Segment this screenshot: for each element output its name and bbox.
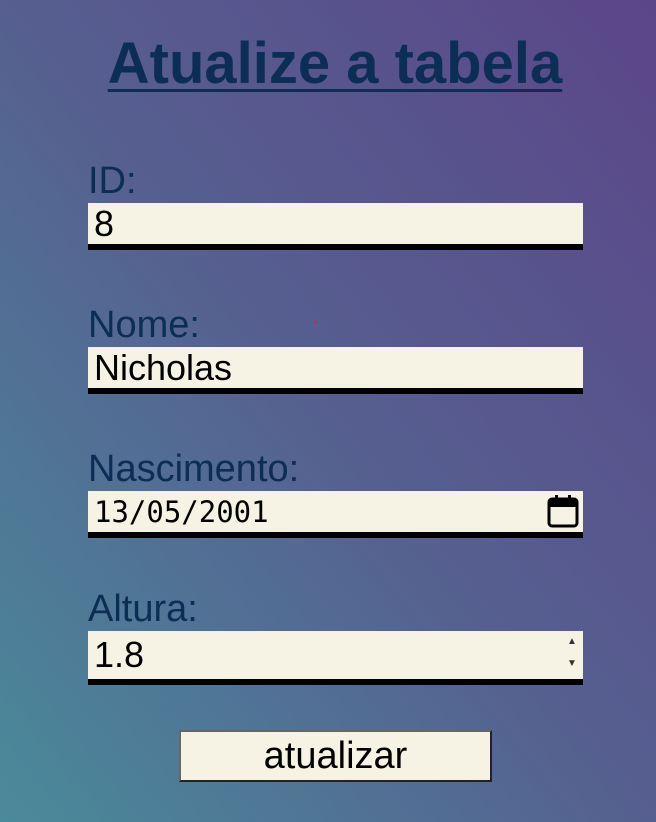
atualizar-button[interactable]: atualizar bbox=[179, 730, 492, 782]
spinner-up-icon[interactable]: ▲ bbox=[567, 637, 577, 647]
id-label: ID: bbox=[88, 160, 137, 202]
altura-label: Altura: bbox=[88, 588, 198, 630]
altura-value: 1.8 bbox=[94, 634, 145, 675]
nascimento-label: Nascimento: bbox=[88, 448, 300, 490]
page-title: Atualize a tabela bbox=[107, 31, 563, 96]
id-value: 8 bbox=[94, 202, 115, 244]
spinner-down-icon[interactable]: ▼ bbox=[567, 659, 577, 669]
altura-field[interactable]: 1.8 ▲ ▼ bbox=[88, 631, 583, 685]
calendar-icon[interactable] bbox=[547, 494, 579, 528]
nascimento-field[interactable]: 13/05/2001 bbox=[88, 491, 583, 538]
nome-field[interactable]: Nicholas bbox=[88, 347, 583, 394]
nome-value: Nicholas bbox=[94, 346, 233, 388]
nascimento-value: 13/05/2001 bbox=[94, 494, 269, 529]
cursor-dot bbox=[314, 321, 317, 324]
number-spinner[interactable]: ▲ ▼ bbox=[565, 637, 579, 669]
nome-label: Nome: bbox=[88, 304, 200, 346]
id-field[interactable]: 8 bbox=[88, 203, 583, 250]
